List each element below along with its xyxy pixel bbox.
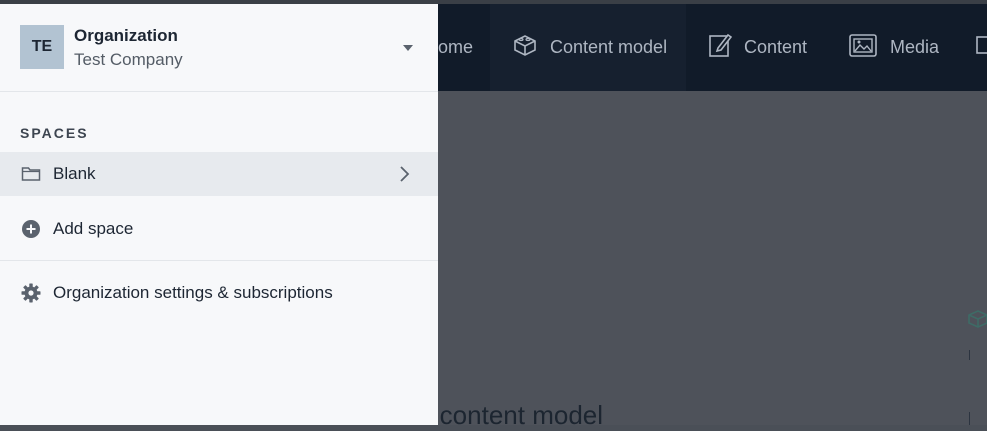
nav-content-model[interactable]: Content model — [490, 4, 686, 91]
background-cube-icon — [967, 308, 987, 335]
spaces-section-title: SPACES — [20, 125, 89, 141]
nav-content-label: Content — [744, 37, 808, 57]
add-space-label: Add space — [53, 219, 134, 238]
organization-avatar: TE — [20, 25, 64, 69]
nav-content-model-label: Content model — [550, 37, 668, 57]
gear-icon — [21, 283, 41, 303]
chevron-right-icon[interactable] — [398, 165, 410, 188]
nav-media-label: Media — [890, 37, 940, 57]
caret-down-icon[interactable] — [403, 45, 413, 51]
space-item-label: Blank — [53, 164, 96, 183]
nav-content[interactable]: Content — [708, 4, 807, 91]
background-divider — [969, 412, 970, 425]
nav-more[interactable] — [975, 4, 987, 91]
folder-icon — [21, 164, 41, 184]
puzzle-icon — [975, 32, 987, 63]
nav-media[interactable]: Media — [848, 4, 939, 91]
organization-settings-link[interactable]: Organization settings & subscriptions — [0, 271, 438, 315]
organization-switcher[interactable]: TE Organization Test Company — [0, 4, 438, 92]
nav-home-label: ome — [438, 37, 474, 57]
background-heading: e content model — [418, 400, 604, 430]
background-divider — [969, 350, 970, 360]
space-item-blank[interactable]: Blank — [0, 152, 438, 196]
plus-circle-icon — [21, 219, 41, 239]
space-switcher-panel: TE Organization Test Company SPACES Blan… — [0, 4, 438, 425]
cube-icon — [512, 33, 538, 62]
organization-settings-label: Organization settings & subscriptions — [53, 283, 333, 302]
edit-icon — [708, 32, 733, 63]
nav-home[interactable]: ome — [438, 4, 490, 91]
organization-label: Organization — [74, 26, 178, 45]
divider — [0, 260, 438, 261]
add-space-button[interactable]: Add space — [0, 207, 438, 251]
media-icon — [848, 32, 878, 63]
organization-name: Test Company — [74, 50, 183, 69]
